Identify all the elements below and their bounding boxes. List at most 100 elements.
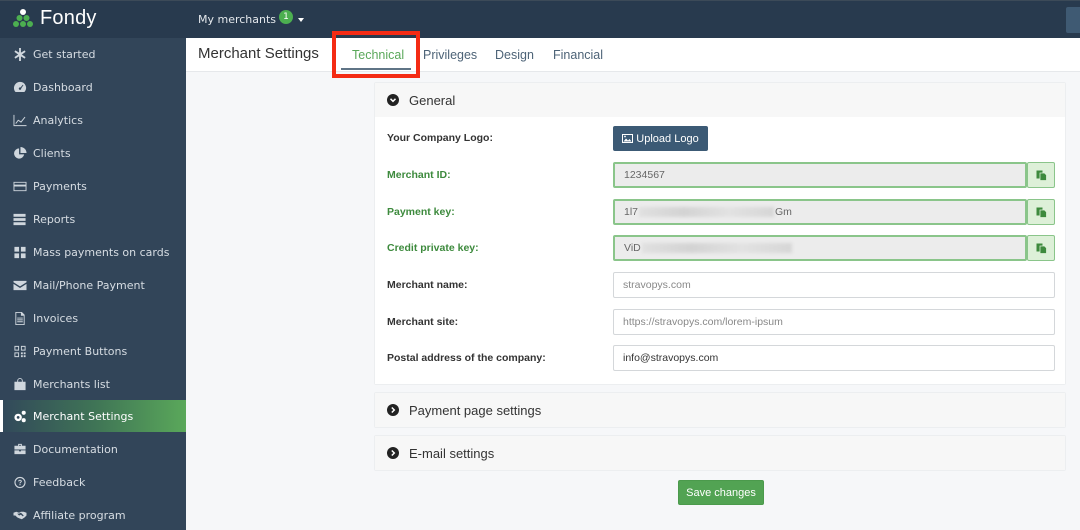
sidebar-item-label: Reports xyxy=(33,212,76,226)
asterisk-icon xyxy=(11,47,28,61)
user-menu-button[interactable] xyxy=(1066,7,1080,33)
sidebar-item-label: Mass payments on cards xyxy=(33,245,170,259)
sidebar-item-reports[interactable]: Reports xyxy=(0,203,186,235)
sidebar-item-label: Dashboard xyxy=(33,80,93,94)
top-header: Fondy My merchants 1 xyxy=(0,0,1080,38)
payment-page-settings-header[interactable]: Payment page settings xyxy=(375,393,1065,427)
sidebar-item-documentation[interactable]: Documentation xyxy=(0,433,186,465)
credit-private-key-label: Credit private key: xyxy=(387,242,479,254)
handshake-icon xyxy=(11,508,28,522)
credit-card-icon xyxy=(11,179,28,193)
merchant-id-field[interactable]: 1234567 xyxy=(613,162,1027,188)
credit-key-prefix: ViD xyxy=(624,242,641,254)
dashboard-gauge-icon xyxy=(11,80,28,94)
document-icon xyxy=(11,311,28,325)
tab-financial[interactable]: Financial xyxy=(553,48,603,62)
sidebar-item-label: Affiliate program xyxy=(33,508,126,522)
gears-icon xyxy=(11,409,28,423)
qr-code-icon xyxy=(11,344,28,358)
merchants-count-badge: 1 xyxy=(279,9,294,24)
sidebar-item-mass-payments[interactable]: Mass payments on cards xyxy=(0,236,186,268)
company-logo-label: Your Company Logo: xyxy=(387,132,493,144)
sidebar-item-affiliate-program[interactable]: Affiliate program xyxy=(0,499,186,530)
postal-address-value: info@stravopys.com xyxy=(623,352,719,364)
redacted-key-blur xyxy=(639,207,775,218)
sidebar-item-label: Mail/Phone Payment xyxy=(33,278,145,292)
postal-address-input[interactable]: info@stravopys.com xyxy=(613,345,1055,371)
merchant-site-input[interactable]: https://stravopys.com/lorem-ipsum xyxy=(613,309,1055,335)
page-title: Merchant Settings xyxy=(198,45,319,62)
email-settings-title: E-mail settings xyxy=(409,445,495,461)
my-merchants-label: My merchants xyxy=(198,13,277,26)
copy-merchant-id-button[interactable] xyxy=(1027,162,1055,188)
sidebar-item-payments[interactable]: Payments xyxy=(0,170,186,202)
sidebar-item-label: Get started xyxy=(33,47,96,61)
merchant-name-placeholder: stravopys.com xyxy=(623,279,691,291)
sidebar-item-feedback[interactable]: Feedback xyxy=(0,466,186,498)
sidebar-item-analytics[interactable]: Analytics xyxy=(0,104,186,136)
sidebar-item-label: Invoices xyxy=(33,311,79,325)
sidebar-item-payment-buttons[interactable]: Payment Buttons xyxy=(0,335,186,367)
line-chart-icon xyxy=(11,113,28,127)
general-panel-body: Your Company Logo: Upload Logo Merchant … xyxy=(375,117,1065,384)
my-merchants-dropdown[interactable]: My merchants 1 xyxy=(198,9,305,26)
envelope-icon xyxy=(11,278,28,292)
chevron-right-circle-icon xyxy=(387,404,399,416)
copy-payment-key-button[interactable] xyxy=(1027,199,1055,225)
image-icon xyxy=(622,134,634,143)
merchant-id-label: Merchant ID: xyxy=(387,169,451,181)
general-panel-header[interactable]: General xyxy=(375,83,1065,117)
sidebar-item-label: Merchants list xyxy=(33,377,110,391)
email-settings-header[interactable]: E-mail settings xyxy=(375,436,1065,470)
payment-key-prefix: 1l7 xyxy=(624,206,639,218)
payment-page-settings-title: Payment page settings xyxy=(409,402,542,418)
sidebar-item-label: Payment Buttons xyxy=(33,344,128,358)
postal-address-label: Postal address of the company: xyxy=(387,352,546,364)
tab-design[interactable]: Design xyxy=(495,48,534,62)
upload-logo-button[interactable]: Upload Logo xyxy=(613,126,708,151)
chevron-down-icon xyxy=(298,17,305,22)
sidebar-item-label: Clients xyxy=(33,146,71,160)
sidebar-item-merchant-settings[interactable]: Merchant Settings xyxy=(0,400,186,432)
sidebar-item-label: Payments xyxy=(33,179,87,193)
copy-credit-key-button[interactable] xyxy=(1027,235,1055,261)
sidebar-item-invoices[interactable]: Invoices xyxy=(0,302,186,334)
highlight-annotation xyxy=(332,31,420,78)
chevron-right-circle-icon xyxy=(387,447,399,459)
credit-private-key-field[interactable]: ViD xyxy=(613,235,1027,261)
brand-name: Fondy xyxy=(40,7,97,29)
email-settings-panel: E-mail settings xyxy=(374,435,1066,471)
copy-icon xyxy=(1036,207,1047,218)
page-header: Merchant Settings Technical Privileges D… xyxy=(186,38,1080,72)
save-changes-button[interactable]: Save changes xyxy=(678,480,764,505)
merchant-name-label: Merchant name: xyxy=(387,279,468,291)
merchant-site-label: Merchant site: xyxy=(387,316,459,328)
sidebar-item-dashboard[interactable]: Dashboard xyxy=(0,71,186,103)
sidebar-item-label: Feedback xyxy=(33,475,86,489)
briefcase-icon xyxy=(11,442,28,456)
merchant-name-input[interactable]: stravopys.com xyxy=(613,272,1055,298)
payment-key-field[interactable]: 1l7 Gm xyxy=(613,199,1027,225)
question-circle-icon xyxy=(11,475,28,489)
sidebar-item-label: Documentation xyxy=(33,442,118,456)
sidebar-item-get-started[interactable]: Get started xyxy=(0,38,186,70)
tab-privileges[interactable]: Privileges xyxy=(423,48,477,62)
payment-key-suffix: Gm xyxy=(775,206,792,218)
pie-chart-icon xyxy=(11,146,28,160)
fondy-logo-icon xyxy=(13,8,33,27)
merchant-site-placeholder: https://stravopys.com/lorem-ipsum xyxy=(623,316,783,328)
reports-icon xyxy=(11,212,28,226)
general-panel-title: General xyxy=(409,92,456,108)
sidebar-item-label: Analytics xyxy=(33,113,83,127)
grid-icon xyxy=(11,245,28,259)
sidebar-item-mail-phone-payment[interactable]: Mail/Phone Payment xyxy=(0,269,186,301)
redacted-key-blur xyxy=(641,243,792,254)
copy-icon xyxy=(1036,170,1047,181)
brand-logo[interactable]: Fondy xyxy=(12,7,97,30)
upload-logo-label: Upload Logo xyxy=(636,132,699,145)
sidebar-item-merchants-list[interactable]: Merchants list xyxy=(0,368,186,400)
sidebar-item-clients[interactable]: Clients xyxy=(0,137,186,169)
chevron-down-circle-icon xyxy=(387,94,399,106)
save-changes-label: Save changes xyxy=(686,486,756,499)
sidebar-item-label: Merchant Settings xyxy=(33,409,134,423)
